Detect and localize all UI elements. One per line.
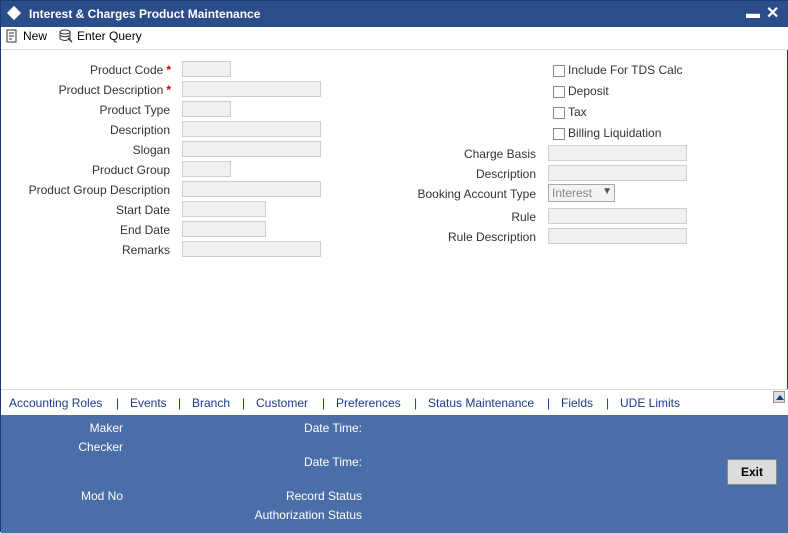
right-description-label: Description	[475, 167, 536, 181]
booking-account-type-select[interactable]: Interest ▼	[548, 184, 615, 202]
close-icon[interactable]: ✕	[766, 3, 779, 23]
product-maintenance-window: Interest & Charges Product Maintenance ▬…	[0, 0, 788, 533]
rule-description-label: Rule Description	[447, 230, 536, 244]
rule-label: Rule	[511, 210, 536, 224]
tab-separator: |	[242, 396, 246, 410]
product-description-label: Product Description *	[58, 83, 171, 97]
chevron-down-icon: ▼	[602, 186, 612, 197]
tab-separator: |	[116, 396, 120, 410]
record-status-label: Record Status	[285, 489, 362, 503]
scroll-up-icon[interactable]	[773, 391, 785, 403]
billing-liquidation-label: Billing Liquidation	[568, 126, 662, 140]
include-for-tds-calc-label: Include For TDS Calc	[568, 63, 683, 77]
maker-label: Maker	[89, 421, 123, 435]
product-code-label: Product Code *	[89, 63, 171, 77]
exit-button[interactable]: Exit	[727, 459, 777, 485]
description-label: Description	[109, 123, 170, 137]
tab-separator: |	[414, 396, 418, 410]
subsystem-tab-bar: Accounting Roles | Events | Branch | Cus…	[1, 389, 788, 416]
checker-label: Checker	[78, 440, 123, 454]
product-group-label: Product Group	[91, 163, 170, 177]
charge-basis-label: Charge Basis	[463, 147, 536, 161]
tax-checkbox[interactable]	[553, 107, 565, 119]
right-description-input[interactable]	[548, 165, 687, 181]
start-date-input[interactable]	[182, 201, 266, 217]
end-date-label: End Date	[119, 223, 170, 237]
minimize-icon[interactable]: ▬	[746, 5, 760, 21]
booking-account-type-label: Booking Account Type	[417, 187, 536, 201]
charge-basis-input[interactable]	[548, 145, 687, 161]
new-document-icon	[6, 29, 17, 43]
description-input[interactable]	[182, 121, 321, 137]
billing-liquidation-checkbox[interactable]	[553, 128, 565, 140]
new-button-label: New	[23, 29, 48, 43]
window-diamond-icon	[6, 5, 22, 21]
slogan-input[interactable]	[182, 141, 321, 157]
tab-separator: |	[606, 396, 610, 410]
deposit-checkbox[interactable]	[553, 86, 565, 98]
product-code-input[interactable]	[182, 61, 231, 77]
tab-separator: |	[547, 396, 551, 410]
product-type-input[interactable]	[182, 101, 231, 117]
rule-description-input[interactable]	[548, 228, 687, 244]
enter-query-icon	[59, 29, 73, 43]
tab-status-maintenance[interactable]: Status Maintenance	[428, 396, 534, 410]
product-group-input[interactable]	[182, 161, 231, 177]
toolbar: New Enter Query	[1, 27, 788, 50]
title-bar: Interest & Charges Product Maintenance ▬…	[1, 1, 788, 27]
window-title: Interest & Charges Product Maintenance	[29, 7, 261, 21]
booking-account-type-value: Interest	[552, 186, 593, 200]
tab-ude-limits[interactable]: UDE Limits	[620, 396, 680, 410]
rule-input[interactable]	[548, 208, 687, 224]
tab-accounting-roles[interactable]: Accounting Roles	[9, 396, 102, 410]
end-date-input[interactable]	[182, 221, 266, 237]
tab-preferences[interactable]: Preferences	[336, 396, 401, 410]
slogan-label: Slogan	[132, 143, 170, 157]
deposit-label: Deposit	[568, 84, 609, 98]
tab-customer[interactable]: Customer	[256, 396, 308, 410]
mod-no-label: Mod No	[80, 489, 123, 503]
product-group-description-label: Product Group Description	[28, 183, 170, 197]
tax-label: Tax	[568, 105, 587, 119]
tab-separator: |	[178, 396, 182, 410]
tab-events[interactable]: Events	[130, 396, 167, 410]
include-for-tds-calc-checkbox[interactable]	[553, 65, 565, 77]
enter-query-button[interactable]: Enter Query	[59, 29, 142, 43]
checker-date-time-label: Date Time:	[303, 455, 362, 469]
tab-branch[interactable]: Branch	[192, 396, 230, 410]
remarks-label: Remarks	[121, 243, 170, 257]
enter-query-button-label: Enter Query	[77, 29, 142, 43]
authorization-status-label: Authorization Status	[254, 508, 362, 522]
tab-fields[interactable]: Fields	[561, 396, 593, 410]
start-date-label: Start Date	[115, 203, 170, 217]
new-button[interactable]: New	[5, 29, 47, 43]
maker-date-time-label: Date Time:	[303, 421, 362, 435]
tab-separator: |	[322, 396, 326, 410]
product-type-label: Product Type	[99, 103, 171, 117]
product-description-input[interactable]	[182, 81, 321, 97]
product-group-description-input[interactable]	[182, 181, 321, 197]
remarks-input[interactable]	[182, 241, 321, 257]
